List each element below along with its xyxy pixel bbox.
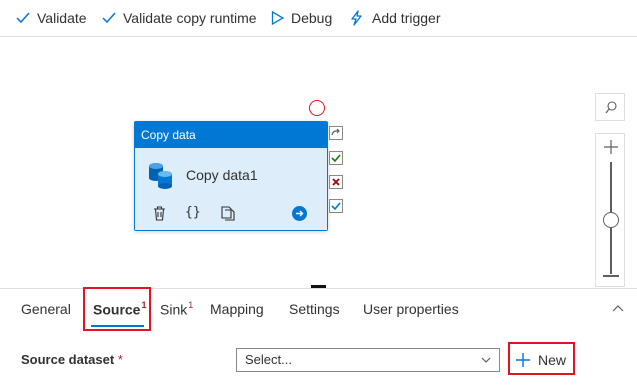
navigate-arrow-icon[interactable]: [292, 206, 307, 221]
activity-body: Copy data1 {}: [135, 148, 327, 230]
add-trigger-button[interactable]: Add trigger: [349, 8, 440, 28]
delete-icon[interactable]: [153, 206, 166, 221]
checkmark-icon: [16, 12, 30, 24]
error-count-badge: 1: [188, 300, 194, 310]
code-icon[interactable]: {}: [185, 205, 201, 220]
chevron-up-icon[interactable]: [612, 304, 624, 312]
tab-label: General: [21, 301, 71, 317]
tab-sink[interactable]: Sink1: [160, 300, 194, 318]
tab-label: Settings: [289, 301, 340, 317]
tab-user-properties[interactable]: User properties: [363, 301, 459, 317]
pipeline-toolbar: Validate Validate copy runtime Debug Add…: [0, 0, 637, 37]
chevron-down-icon: [481, 357, 491, 363]
highlight-circle: [309, 100, 325, 116]
checkmark-icon: [102, 12, 116, 24]
zoom-in-icon[interactable]: [603, 139, 619, 155]
zoom-control-panel: [595, 133, 625, 287]
add-trigger-label: Add trigger: [372, 10, 441, 26]
tab-settings[interactable]: Settings: [289, 301, 340, 317]
trigger-icon: [351, 10, 362, 26]
zoom-out-icon[interactable]: [603, 275, 619, 277]
debug-button[interactable]: Debug: [271, 8, 332, 28]
play-icon: [271, 11, 284, 25]
clone-icon[interactable]: [221, 206, 235, 221]
source-dataset-select[interactable]: Select...: [236, 348, 500, 372]
failure-connector-icon[interactable]: [329, 175, 343, 189]
source-dataset-label: Source dataset *: [21, 352, 123, 367]
tab-mapping[interactable]: Mapping: [210, 301, 264, 317]
activity-type-label: Copy data: [135, 122, 327, 148]
activity-name: Copy data1: [186, 167, 258, 183]
validate-copy-runtime-button[interactable]: Validate copy runtime: [102, 8, 257, 28]
skip-connector-icon[interactable]: [329, 126, 343, 140]
tab-general[interactable]: General: [21, 301, 71, 317]
search-canvas-button[interactable]: [595, 93, 625, 121]
tab-label: Mapping: [210, 301, 264, 317]
debug-label: Debug: [291, 10, 333, 26]
validate-copy-runtime-label: Validate copy runtime: [123, 10, 257, 26]
success-connector-icon[interactable]: [329, 151, 343, 165]
copy-data-activity[interactable]: Copy data Copy data1 {}: [134, 121, 328, 231]
select-placeholder: Select...: [245, 352, 292, 367]
source-tab-highlight: [83, 287, 151, 331]
zoom-slider-thumb[interactable]: [603, 212, 619, 228]
properties-panel: General Source1 Sink1 Mapping Settings U…: [0, 287, 637, 387]
completion-connector-icon[interactable]: [329, 199, 343, 213]
tab-label: User properties: [363, 301, 459, 317]
copy-data-icon: [149, 163, 172, 189]
tab-label: Sink: [160, 301, 188, 318]
validate-button[interactable]: Validate: [16, 8, 87, 28]
validate-label: Validate: [37, 10, 87, 26]
search-icon: [605, 101, 617, 114]
new-button-highlight: [508, 342, 575, 375]
